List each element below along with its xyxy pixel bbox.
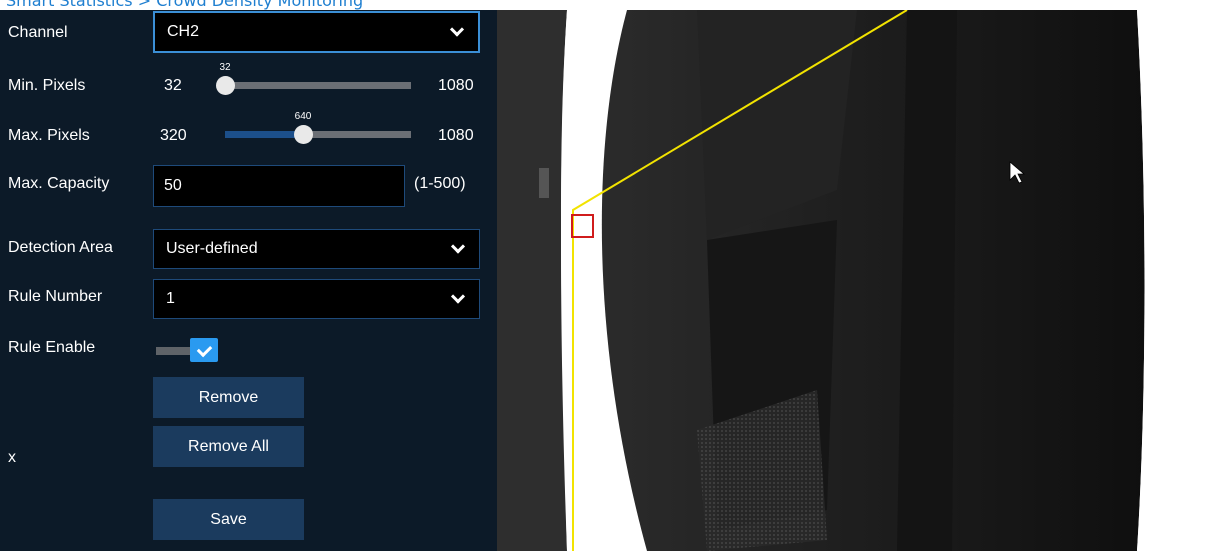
channel-value: CH2 xyxy=(167,23,200,40)
slider-track xyxy=(225,82,411,89)
camera-feed xyxy=(497,10,1205,551)
slider-fill xyxy=(225,131,303,138)
remove-button[interactable]: Remove xyxy=(153,377,304,418)
min-pixels-value: 32 xyxy=(219,62,231,73)
detection-area-select[interactable]: User-defined xyxy=(153,229,480,269)
remove-all-button[interactable]: Remove All xyxy=(153,426,304,467)
breadcrumb: Smart Statistics > Crowd Density Monitor… xyxy=(6,0,364,10)
max-capacity-value: 50 xyxy=(164,177,182,194)
max-pixels-max: 1080 xyxy=(438,127,474,144)
top-strip: Smart Statistics > Crowd Density Monitor… xyxy=(0,0,1205,10)
slider-knob[interactable] xyxy=(216,76,235,95)
chevron-down-icon xyxy=(450,289,466,304)
truncated-label: x xyxy=(8,449,16,466)
camera-view[interactable] xyxy=(497,10,1205,551)
rule-enable-toggle[interactable] xyxy=(156,338,218,362)
rule-number-select[interactable]: 1 xyxy=(153,279,480,319)
max-capacity-input[interactable]: 50 xyxy=(153,165,405,207)
scene-body xyxy=(601,10,1145,551)
chevron-down-icon xyxy=(450,239,466,254)
slider-knob[interactable] xyxy=(294,125,313,144)
chevron-down-icon xyxy=(449,22,465,37)
check-icon xyxy=(190,338,218,362)
rule-number-label: Rule Number xyxy=(8,288,103,305)
max-pixels-min: 320 xyxy=(160,127,187,144)
edge-right xyxy=(1137,10,1205,551)
min-pixels-min: 32 xyxy=(164,77,182,94)
pillar xyxy=(897,10,957,551)
max-capacity-label: Max. Capacity xyxy=(8,175,110,192)
save-button[interactable]: Save xyxy=(153,499,304,540)
detection-area-label: Detection Area xyxy=(8,239,113,256)
max-capacity-range: (1-500) xyxy=(414,175,466,192)
rule-enable-label: Rule Enable xyxy=(8,339,96,356)
min-pixels-label: Min. Pixels xyxy=(8,77,86,94)
settings-panel: Channel CH2 Min. Pixels 32 32 1080 Max. … xyxy=(0,10,497,551)
channel-label: Channel xyxy=(8,24,68,41)
detection-area-value: User-defined xyxy=(166,240,258,257)
max-pixels-label: Max. Pixels xyxy=(8,127,90,144)
min-pixels-max: 1080 xyxy=(438,77,474,94)
max-pixels-slider[interactable]: 640 xyxy=(225,111,411,151)
wall-sign xyxy=(539,168,549,198)
channel-select[interactable]: CH2 xyxy=(153,11,480,53)
min-pixels-slider[interactable]: 32 xyxy=(216,62,411,102)
wall-left xyxy=(497,10,567,551)
rule-number-value: 1 xyxy=(166,290,175,307)
max-pixels-value: 640 xyxy=(294,111,312,122)
